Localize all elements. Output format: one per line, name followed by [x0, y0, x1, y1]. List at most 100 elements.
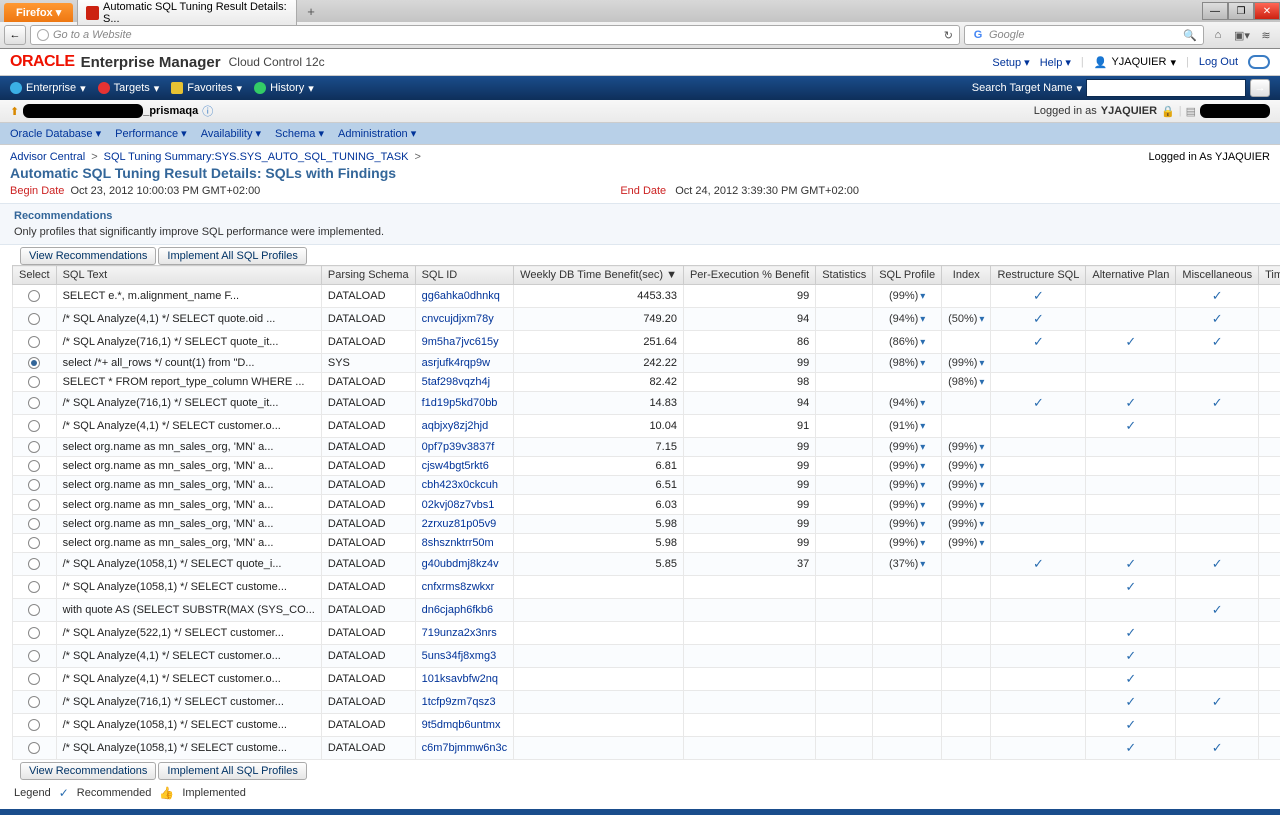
col-sql-text[interactable]: SQL Text [56, 266, 321, 285]
row-select-radio[interactable] [28, 537, 40, 549]
row-select-radio[interactable] [28, 441, 40, 453]
col-misc[interactable]: Miscellaneous [1176, 266, 1259, 285]
col-altplan[interactable]: Alternative Plan [1086, 266, 1176, 285]
col-perexec[interactable]: Per-Execution % Benefit [683, 266, 815, 285]
sql-id-link[interactable]: c6m7bjmmw6n3c [422, 742, 508, 754]
sql-id-link[interactable]: 1tcfp9zm7qsz3 [422, 696, 496, 708]
sql-id-link[interactable]: aqbjxy8zj2hjd [422, 420, 489, 432]
subnav-performance[interactable]: Performance ▾ [115, 127, 187, 140]
cell-schema: DATALOAD [321, 415, 415, 438]
sql-id-link[interactable]: f1d19p5kd70bb [422, 397, 498, 409]
col-restructure[interactable]: Restructure SQL [991, 266, 1086, 285]
row-select-radio[interactable] [28, 581, 40, 593]
logout-link[interactable]: Log Out [1199, 56, 1238, 68]
cell-restruct [991, 495, 1086, 514]
sql-id-link[interactable]: g40ubdmj8kz4v [422, 558, 499, 570]
cell-timed [1259, 331, 1280, 354]
col-select[interactable]: Select [13, 266, 57, 285]
col-timed[interactable]: Timed Out [1259, 266, 1280, 285]
sql-id-link[interactable]: dn6cjaph6fkb6 [422, 604, 494, 616]
row-select-radio[interactable] [28, 420, 40, 432]
window-minimize-button[interactable]: — [1202, 2, 1228, 20]
row-select-radio[interactable] [28, 719, 40, 731]
row-select-radio[interactable] [28, 518, 40, 530]
row-select-radio[interactable] [28, 558, 40, 570]
breadcrumb-tuning-summary[interactable]: SQL Tuning Summary:SYS.SYS_AUTO_SQL_TUNI… [104, 151, 409, 163]
sql-id-link[interactable]: cjsw4bgt5rkt6 [422, 460, 489, 472]
row-select-radio[interactable] [28, 376, 40, 388]
nav-history[interactable]: History ▾ [254, 82, 314, 95]
row-select-radio[interactable] [28, 336, 40, 348]
target-up-icon[interactable]: ⬆ [10, 105, 19, 118]
search-target-go-button[interactable]: → [1250, 79, 1270, 97]
feed-icon[interactable]: ≋ [1256, 26, 1276, 44]
window-maximize-button[interactable]: ❐ [1228, 2, 1254, 20]
sql-id-link[interactable]: 719unza2x3nrs [422, 627, 497, 639]
row-select-radio[interactable] [28, 460, 40, 472]
sql-id-link[interactable]: 8shsznktrr50m [422, 537, 494, 549]
row-select-radio[interactable] [28, 397, 40, 409]
row-select-radio[interactable] [28, 357, 40, 369]
user-menu[interactable]: 👤 YJAQUIER ▾ [1094, 56, 1176, 69]
nav-targets[interactable]: Targets ▾ [98, 82, 160, 95]
home-icon[interactable]: ⌂ [1208, 26, 1228, 44]
subnav-oracle-database[interactable]: Oracle Database ▾ [10, 127, 101, 140]
cell-stats [816, 575, 873, 598]
sql-id-link[interactable]: 9t5dmqb6untmx [422, 719, 501, 731]
col-index[interactable]: Index [942, 266, 991, 285]
view-recommendations-button-bottom[interactable]: View Recommendations [20, 762, 156, 780]
row-select-radio[interactable] [28, 313, 40, 325]
nav-favorites[interactable]: Favorites ▾ [171, 82, 242, 95]
bookmarks-icon[interactable]: ▣▾ [1232, 26, 1252, 44]
row-select-radio[interactable] [28, 290, 40, 302]
browser-tab-active[interactable]: Automatic SQL Tuning Result Details: S..… [77, 0, 297, 27]
new-tab-button[interactable]: + [299, 2, 323, 21]
sql-id-link[interactable]: 2zrxuz81p05v9 [422, 518, 497, 530]
col-sql-id[interactable]: SQL ID [415, 266, 514, 285]
nav-enterprise[interactable]: Enterprise ▾ [10, 82, 86, 95]
row-select-radio[interactable] [28, 479, 40, 491]
breadcrumb-advisor-central[interactable]: Advisor Central [10, 151, 85, 163]
subnav-availability[interactable]: Availability ▾ [201, 127, 261, 140]
sql-id-link[interactable]: 5uns34fj8xmg3 [422, 650, 497, 662]
cell-stats [816, 644, 873, 667]
cell-stats [816, 667, 873, 690]
row-select-radio[interactable] [28, 627, 40, 639]
subnav-schema[interactable]: Schema ▾ [275, 127, 324, 140]
cell-index [942, 667, 991, 690]
help-menu[interactable]: Help ▾ [1040, 56, 1071, 69]
row-select-radio[interactable] [28, 673, 40, 685]
firefox-menu-button[interactable]: Firefox ▾ [4, 3, 73, 22]
col-profile[interactable]: SQL Profile [873, 266, 942, 285]
url-input[interactable]: Go to a Website ↻ [30, 25, 960, 45]
subnav-administration[interactable]: Administration ▾ [338, 127, 416, 140]
row-select-radio[interactable] [28, 604, 40, 616]
view-recommendations-button[interactable]: View Recommendations [20, 247, 156, 265]
col-weekly[interactable]: Weekly DB Time Benefit(sec) ▼ [514, 266, 684, 285]
col-schema[interactable]: Parsing Schema [321, 266, 415, 285]
sql-id-link[interactable]: cnvcujdjxm78y [422, 313, 494, 325]
row-select-radio[interactable] [28, 696, 40, 708]
row-select-radio[interactable] [28, 650, 40, 662]
sql-id-link[interactable]: asrjufk4rqp9w [422, 357, 490, 369]
implement-profiles-button-bottom[interactable]: Implement All SQL Profiles [158, 762, 306, 780]
implement-profiles-button[interactable]: Implement All SQL Profiles [158, 247, 306, 265]
sql-id-link[interactable]: 02kvj08z7vbs1 [422, 499, 495, 511]
row-select-radio[interactable] [28, 499, 40, 511]
db-icon[interactable]: ▤ [1186, 105, 1196, 118]
info-icon[interactable]: ⓘ [202, 103, 213, 119]
setup-menu[interactable]: Setup ▾ [992, 56, 1029, 69]
sql-id-link[interactable]: 9m5ha7jvc615y [422, 336, 499, 348]
sql-id-link[interactable]: gg6ahka0dhnkq [422, 290, 500, 302]
sql-id-link[interactable]: 5taf298vqzh4j [422, 376, 491, 388]
window-close-button[interactable]: ✕ [1254, 2, 1280, 20]
browser-search-input[interactable]: G Google 🔍 [964, 25, 1204, 45]
sql-id-link[interactable]: 0pf7p39v3837f [422, 441, 495, 453]
sql-id-link[interactable]: cbh423x0ckcuh [422, 479, 498, 491]
sql-id-link[interactable]: cnfxrms8zwkxr [422, 581, 495, 593]
sql-id-link[interactable]: 101ksavbfw2nq [422, 673, 498, 685]
back-button[interactable]: ← [4, 25, 26, 45]
col-stats[interactable]: Statistics [816, 266, 873, 285]
row-select-radio[interactable] [28, 742, 40, 754]
search-target-input[interactable] [1086, 79, 1246, 97]
